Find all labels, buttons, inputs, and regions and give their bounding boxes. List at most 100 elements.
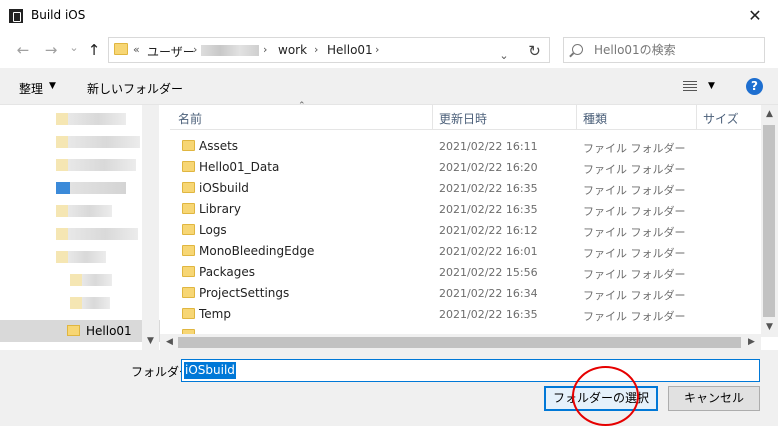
file-date: 2021/02/22 16:12 bbox=[439, 224, 538, 237]
column-header: ⌃ 名前 更新日時 種類 サイズ bbox=[170, 101, 762, 130]
address-bar[interactable]: « ユーザー › › work › Hello01 › ⌄ bbox=[108, 37, 550, 63]
file-row[interactable]: Temp 2021/02/22 16:35 ファイル フォルダー bbox=[170, 304, 762, 325]
folder-icon bbox=[182, 308, 195, 319]
breadcrumb-users[interactable]: ユーザー bbox=[147, 43, 195, 60]
file-date: 2021/02/22 16:01 bbox=[439, 245, 538, 258]
file-row[interactable]: iOSbuild 2021/02/22 16:35 ファイル フォルダー bbox=[170, 178, 762, 199]
tree-scroll-down-icon[interactable]: ▼ bbox=[142, 333, 159, 350]
file-row[interactable]: Hello01_Data 2021/02/22 16:20 ファイル フォルダー bbox=[170, 157, 762, 178]
scroll-left-icon[interactable]: ◀ bbox=[161, 334, 178, 351]
breadcrumb-redacted bbox=[201, 45, 259, 56]
forward-arrow-icon[interactable]: → bbox=[41, 40, 61, 60]
column-type[interactable]: 種類 bbox=[583, 110, 607, 127]
list-vertical-scrollbar[interactable] bbox=[761, 105, 778, 337]
scroll-down-icon[interactable]: ▼ bbox=[761, 319, 778, 336]
file-type: ファイル フォルダー bbox=[583, 310, 686, 323]
breadcrumb-separator[interactable]: › bbox=[263, 43, 267, 56]
folder-name-selection[interactable]: iOSbuild bbox=[184, 362, 236, 379]
file-browser: Hello01 ▼ ⌃ 名前 更新日時 種類 サイズ Assets 2021/0… bbox=[0, 101, 778, 351]
breadcrumb-separator[interactable]: › bbox=[193, 43, 197, 56]
scroll-right-icon[interactable]: ▶ bbox=[743, 334, 760, 351]
folder-icon bbox=[182, 224, 195, 235]
file-date: 2021/02/22 16:11 bbox=[439, 140, 538, 153]
file-row[interactable]: Assets 2021/02/22 16:11 ファイル フォルダー bbox=[170, 136, 762, 157]
column-size[interactable]: サイズ bbox=[703, 110, 739, 127]
file-type: ファイル フォルダー bbox=[583, 247, 686, 260]
view-dropdown-icon[interactable]: ▼ bbox=[708, 81, 715, 91]
file-type: ファイル フォルダー bbox=[583, 163, 686, 176]
column-divider[interactable] bbox=[696, 105, 697, 130]
scroll-up-icon[interactable]: ▲ bbox=[761, 106, 778, 123]
column-divider[interactable] bbox=[576, 105, 577, 130]
organize-dropdown-icon[interactable]: ▼ bbox=[49, 81, 56, 91]
cancel-button[interactable]: キャンセル bbox=[668, 386, 760, 411]
view-options-icon[interactable] bbox=[683, 81, 697, 91]
breadcrumb-overflow[interactable]: « bbox=[133, 43, 140, 56]
recent-locations-chevron-icon[interactable]: ⌄ bbox=[64, 38, 84, 58]
tree-item-redacted[interactable] bbox=[56, 251, 106, 263]
tree-item-redacted[interactable] bbox=[70, 297, 110, 309]
file-type: ファイル フォルダー bbox=[583, 268, 686, 281]
file-name: iOSbuild bbox=[199, 181, 249, 195]
tree-item-redacted[interactable] bbox=[56, 228, 138, 240]
tree-item-redacted[interactable] bbox=[56, 113, 126, 125]
column-date[interactable]: 更新日時 bbox=[439, 110, 487, 127]
scrollbar-thumb[interactable] bbox=[763, 125, 775, 317]
file-date: 2021/02/22 16:35 bbox=[439, 182, 538, 195]
folder-name-field[interactable]: iOSbuild bbox=[181, 359, 760, 382]
file-name: Assets bbox=[199, 139, 239, 153]
tree-item-redacted[interactable] bbox=[70, 274, 112, 286]
file-name: Hello01_Data bbox=[199, 160, 280, 174]
file-date: 2021/02/22 15:56 bbox=[439, 266, 538, 279]
command-bar: 整理 ▼ 新しいフォルダー ▼ ? bbox=[0, 68, 778, 104]
file-date: 2021/02/22 16:34 bbox=[439, 287, 538, 300]
file-type: ファイル フォルダー bbox=[583, 226, 686, 239]
file-row[interactable]: Library 2021/02/22 16:35 ファイル フォルダー bbox=[170, 199, 762, 220]
navigation-pane: Hello01 ▼ bbox=[0, 105, 160, 351]
up-arrow-icon[interactable]: ↑ bbox=[84, 40, 104, 60]
refresh-button[interactable]: ↻ bbox=[520, 37, 550, 63]
organize-menu[interactable]: 整理 bbox=[19, 80, 43, 97]
dialog-footer: フォルダー: iOSbuild フォルダーの選択 キャンセル bbox=[0, 350, 778, 426]
breadcrumb-separator[interactable]: › bbox=[375, 43, 379, 56]
tree-item-redacted[interactable] bbox=[56, 182, 126, 194]
tree-item-redacted[interactable] bbox=[56, 136, 140, 148]
address-dropdown-icon[interactable]: ⌄ bbox=[493, 45, 515, 67]
folder-icon bbox=[182, 203, 195, 214]
tree-scrollbar[interactable] bbox=[142, 105, 159, 351]
file-row[interactable]: Packages 2021/02/22 15:56 ファイル フォルダー bbox=[170, 262, 762, 283]
search-input[interactable] bbox=[594, 42, 759, 58]
scrollbar-thumb[interactable] bbox=[178, 337, 741, 348]
breadcrumb-hello01[interactable]: Hello01 bbox=[327, 43, 373, 57]
file-row[interactable]: ProjectSettings 2021/02/22 16:34 ファイル フォ… bbox=[170, 283, 762, 304]
file-row[interactable]: MonoBleedingEdge 2021/02/22 16:01 ファイル フ… bbox=[170, 241, 762, 262]
search-box[interactable] bbox=[563, 37, 765, 63]
file-name: Temp bbox=[199, 307, 231, 321]
tree-item-hello01[interactable]: Hello01 bbox=[86, 324, 132, 338]
breadcrumb-separator[interactable]: › bbox=[314, 43, 318, 56]
file-date: 2021/02/22 16:35 bbox=[439, 308, 538, 321]
file-name: Packages bbox=[199, 265, 255, 279]
column-name[interactable]: 名前 bbox=[178, 110, 202, 127]
folder-icon bbox=[182, 245, 195, 256]
search-icon bbox=[572, 44, 583, 55]
file-name: Logs bbox=[199, 223, 227, 237]
tree-item-redacted[interactable] bbox=[56, 205, 112, 217]
file-name: MonoBleedingEdge bbox=[199, 244, 315, 258]
new-folder-button[interactable]: 新しいフォルダー bbox=[87, 80, 183, 97]
column-divider[interactable] bbox=[432, 105, 433, 130]
file-type: ファイル フォルダー bbox=[583, 184, 686, 197]
folder-icon bbox=[67, 325, 80, 336]
file-row[interactable]: Logs 2021/02/22 16:12 ファイル フォルダー bbox=[170, 220, 762, 241]
close-button[interactable]: ✕ bbox=[732, 0, 778, 32]
list-horizontal-scrollbar[interactable] bbox=[160, 334, 761, 351]
back-arrow-icon[interactable]: ← bbox=[13, 40, 33, 60]
tree-item-redacted[interactable] bbox=[56, 159, 136, 171]
file-name: Library bbox=[199, 202, 241, 216]
folder-icon bbox=[182, 161, 195, 172]
annotation-circle bbox=[572, 366, 639, 426]
file-row-partial[interactable] bbox=[170, 325, 762, 334]
help-icon[interactable]: ? bbox=[746, 78, 763, 95]
tree-item-selected[interactable] bbox=[0, 320, 160, 342]
breadcrumb-work[interactable]: work bbox=[278, 43, 307, 57]
